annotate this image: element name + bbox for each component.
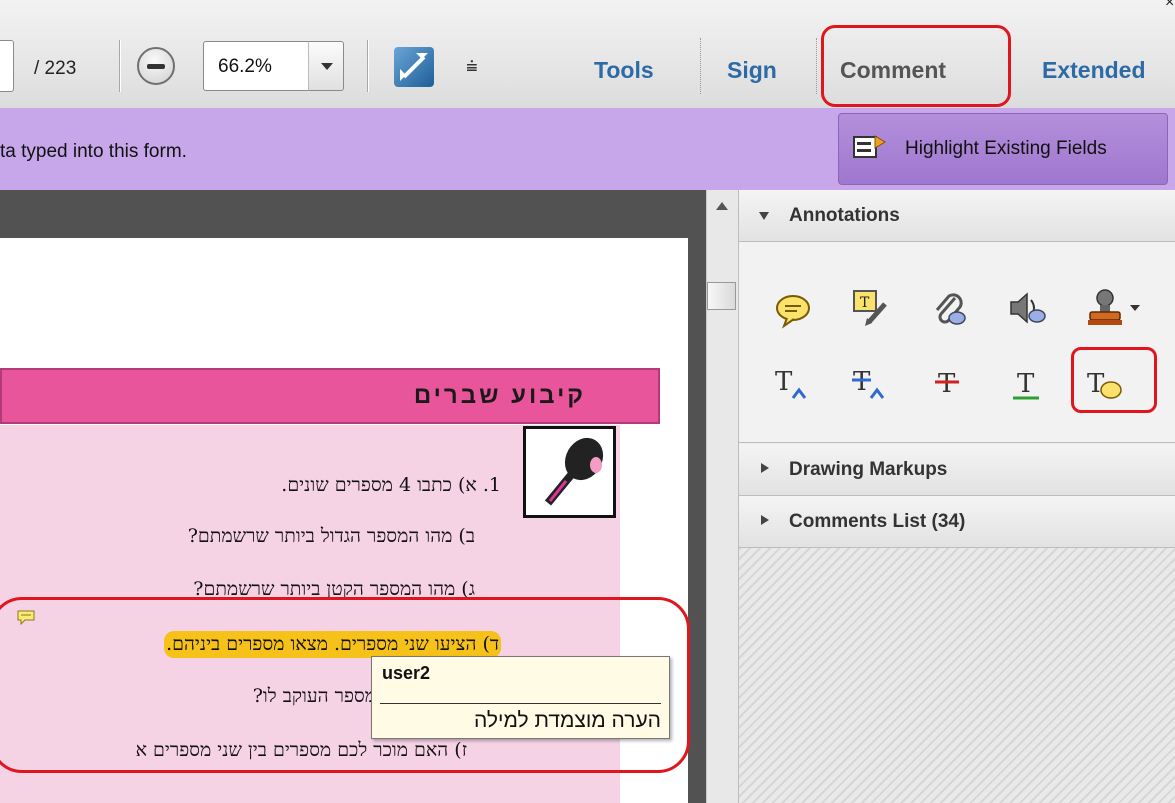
zoom-input[interactable]: 66.2% <box>203 41 309 91</box>
toolbar-divider <box>119 40 120 92</box>
exercise-line-1: 1. א) כתבו 4 מספרים שונים. <box>281 474 501 496</box>
svg-text:T: T <box>938 369 956 399</box>
zoom-dropdown-button[interactable] <box>308 41 344 91</box>
page-total: / 223 <box>34 58 77 79</box>
form-fields-icon <box>853 135 886 158</box>
tooltip-divider <box>380 703 661 704</box>
zoom-out-button[interactable] <box>137 47 175 85</box>
annotations-label: Annotations <box>789 205 900 226</box>
section-title-banner: קיבוע שברים <box>0 368 660 424</box>
comment-author: user2 <box>382 663 431 683</box>
tools-button[interactable]: Tools <box>594 57 654 84</box>
form-message: ta typed into this form. <box>0 141 187 162</box>
replace-text-icon[interactable]: T <box>851 364 891 404</box>
scrollbar-thumb[interactable] <box>707 282 736 310</box>
comment-tooltip: user2 הערה מוצמדת למילה <box>371 656 670 739</box>
strikethrough-icon[interactable]: T <box>929 364 969 404</box>
section-title: קיבוע שברים <box>413 382 586 409</box>
comment-text: הערה מוצמדת למילה <box>474 709 661 732</box>
insert-text-icon[interactable]: T <box>773 364 813 404</box>
tool-highlight-circle <box>1071 347 1157 413</box>
expand-icon <box>761 515 769 525</box>
sticky-note-icon[interactable] <box>773 290 813 330</box>
drawing-markups-header[interactable]: Drawing Markups <box>739 444 1175 496</box>
extended-button[interactable]: Extended <box>1042 57 1146 84</box>
annotations-header[interactable]: Annotations <box>739 190 1175 242</box>
comments-list-label: Comments List (34) <box>789 511 966 532</box>
svg-text:T: T <box>775 367 793 397</box>
racket-image <box>523 426 616 518</box>
svg-text:T: T <box>1017 369 1035 399</box>
comments-list-header[interactable]: Comments List (34) <box>739 496 1175 548</box>
text-callout-icon[interactable]: T <box>851 288 891 328</box>
pane-empty-area <box>739 548 1175 803</box>
minus-icon <box>147 64 165 69</box>
attach-file-icon[interactable] <box>929 290 969 330</box>
drawing-markups-label: Drawing Markups <box>789 459 948 480</box>
exercise-line-2: ב) מהו המספר הגדול ביותר שרשמתם? <box>187 525 475 547</box>
fullscreen-icon[interactable] <box>394 47 434 87</box>
svg-text:T: T <box>853 367 871 397</box>
toolbar-divider <box>700 38 701 94</box>
underline-icon[interactable]: T <box>1007 364 1047 404</box>
svg-text:T: T <box>860 295 870 311</box>
comment-highlight-circle <box>821 25 1011 107</box>
highlight-fields-label: Highlight Existing Fields <box>905 138 1107 159</box>
expand-icon <box>761 463 769 473</box>
sign-button[interactable]: Sign <box>727 57 777 84</box>
highlight-fields-button[interactable]: Highlight Existing Fields <box>838 113 1168 185</box>
record-audio-icon[interactable] <box>1007 288 1047 328</box>
page-number-input[interactable] <box>0 40 14 92</box>
zoom-value: 66.2% <box>218 56 272 77</box>
toolbar-options-icon[interactable]: ⩧ <box>466 56 478 79</box>
scroll-up-icon[interactable] <box>716 202 728 210</box>
collapse-icon <box>759 212 769 220</box>
toolbar-divider <box>816 38 817 94</box>
toolbar-divider <box>367 40 368 92</box>
close-icon[interactable]: × <box>1165 0 1174 12</box>
stamp-icon[interactable] <box>1085 287 1145 327</box>
